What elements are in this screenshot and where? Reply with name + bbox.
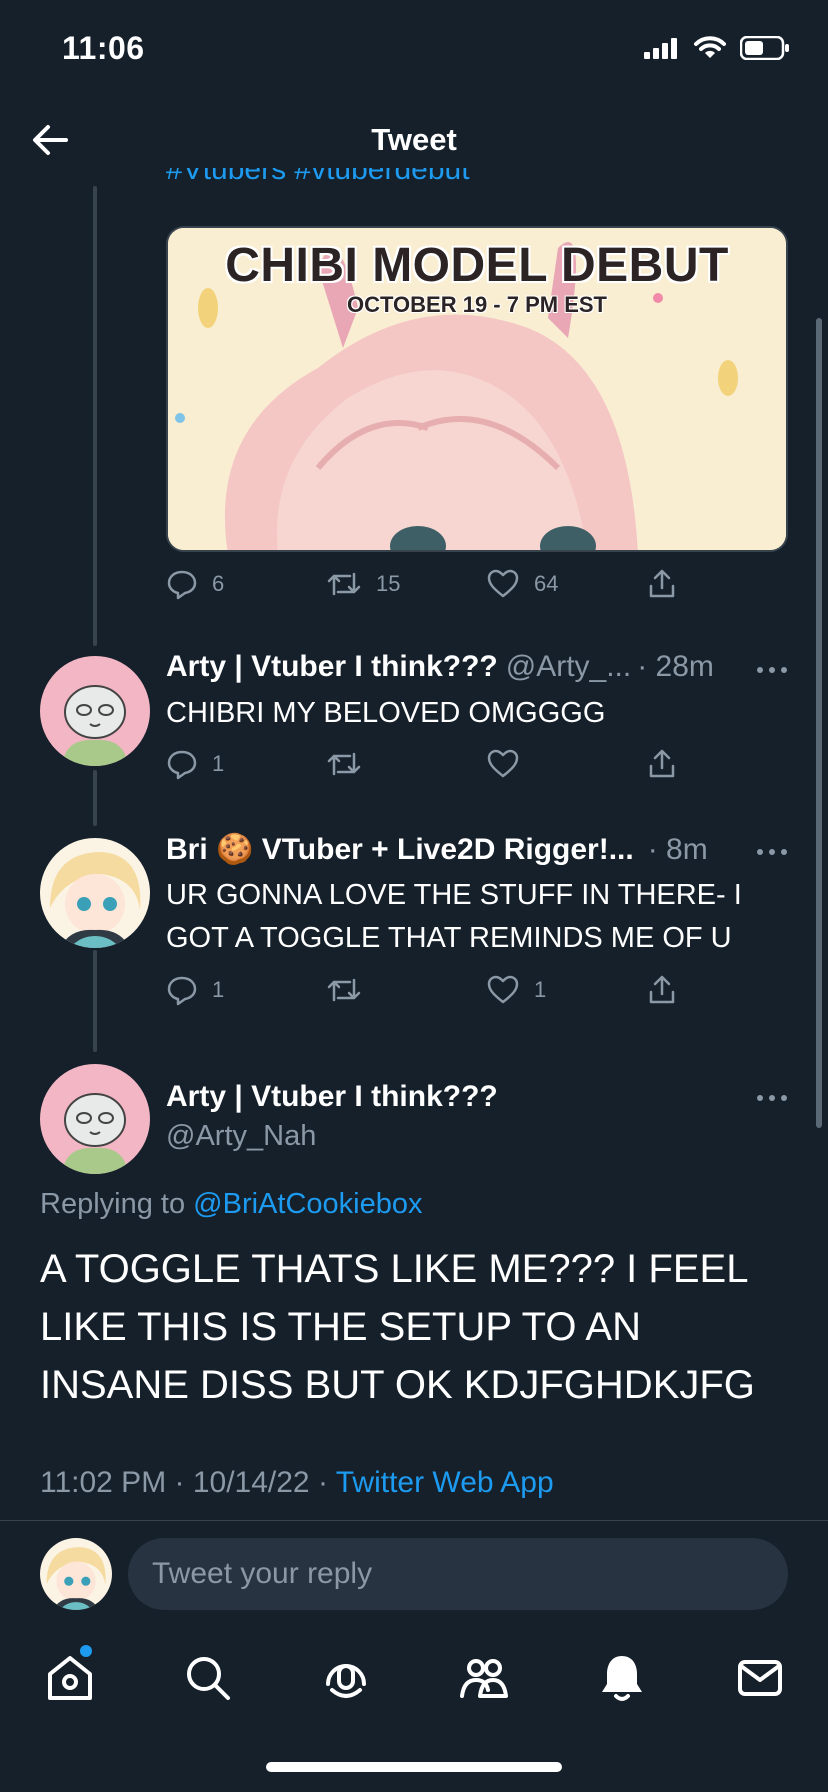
spaces-icon[interactable]: [318, 1650, 374, 1706]
retweet-button[interactable]: [326, 748, 376, 780]
share-button[interactable]: [646, 974, 678, 1006]
home-notification-dot: [80, 1645, 92, 1657]
reply-actions: 1 1: [166, 974, 726, 1014]
like-button[interactable]: [486, 748, 534, 780]
home-indicator[interactable]: [266, 1762, 562, 1772]
reply-time: · 28m: [637, 650, 714, 683]
reply-author-name[interactable]: Arty | Vtuber I think???: [166, 650, 498, 684]
like-count: 1: [534, 977, 547, 1002]
tweet-source-link[interactable]: Twitter Web App: [336, 1466, 554, 1499]
retweet-button[interactable]: [326, 974, 376, 1006]
reply-input[interactable]: [128, 1538, 788, 1610]
share-button[interactable]: [646, 748, 678, 780]
reply-count: 6: [212, 571, 225, 596]
status-bar: 11:06: [0, 0, 828, 96]
reply-count: 1: [212, 977, 225, 1002]
compose-avatar: [40, 1538, 112, 1610]
signal-icon: [644, 38, 677, 59]
reply-header: Arty | Vtuber I think??? @Arty_... · 28m: [166, 650, 766, 686]
retweet-count: 15: [376, 571, 401, 596]
retweet-icon: [327, 752, 361, 776]
communities-icon[interactable]: [456, 1650, 512, 1706]
reply-button[interactable]: 1: [166, 748, 224, 780]
bottom-tab-bar: [0, 1630, 828, 1730]
retweet-icon: [327, 572, 361, 596]
reply-count: 1: [212, 751, 225, 776]
replying-to: Replying to @BriAtCookiebox: [40, 1188, 422, 1221]
tweet-author-name[interactable]: Arty | Vtuber I think???: [166, 1080, 498, 1114]
tweet-timestamp: 11:02 PM · 10/14/22 ·: [40, 1466, 336, 1499]
more-icon[interactable]: [756, 1093, 788, 1103]
status-icons: [644, 36, 790, 60]
tweet-text: A TOGGLE THATS LIKE ME??? I FEEL LIKE TH…: [40, 1247, 755, 1407]
battery-icon: [740, 36, 789, 60]
thread-line: [93, 770, 97, 826]
thread-line: [93, 950, 97, 1052]
thread-line: [93, 186, 97, 646]
share-icon: [649, 975, 675, 1004]
search-icon[interactable]: [180, 1650, 236, 1706]
reply-icon: [167, 570, 197, 600]
divider: [0, 1520, 828, 1521]
reply-button[interactable]: 1: [166, 974, 224, 1006]
messages-icon[interactable]: [732, 1650, 788, 1706]
reply-button[interactable]: 6: [166, 568, 224, 600]
reply-icon: [167, 750, 197, 780]
reply-text: CHIBRI MY BELOVED OMGGGG: [166, 697, 606, 729]
reply-header: Bri 🍪 VTuber + Live2D Rigger!... · 8m: [166, 832, 766, 868]
replying-prefix: Replying to: [40, 1188, 194, 1220]
reply-text: UR GONNA LOVE THE STUFF IN THERE- I GOT …: [166, 879, 742, 954]
reply-author-handle[interactable]: @Arty_...: [506, 650, 631, 684]
home-icon[interactable]: [42, 1650, 98, 1706]
share-icon: [649, 569, 675, 598]
replying-to-link[interactable]: @BriAtCookiebox: [193, 1188, 422, 1220]
avatar[interactable]: [40, 838, 150, 948]
header-title: Tweet: [371, 122, 457, 157]
avatar[interactable]: [40, 656, 150, 766]
like-icon: [487, 749, 519, 778]
wifi-icon: [694, 36, 726, 58]
tweet-actions: 6 15 64: [166, 568, 726, 608]
tweet-meta: 11:02 PM · 10/14/22 · Twitter Web App: [40, 1466, 554, 1500]
like-count: 64: [534, 571, 559, 596]
reply-time: · 8m: [647, 833, 708, 866]
media-title-text: CHIBI MODEL DEBUT: [225, 239, 729, 292]
media-subtitle-text: OCTOBER 19 - 7 PM EST: [347, 292, 607, 317]
reply-actions: 1: [166, 748, 726, 788]
more-icon[interactable]: [756, 847, 788, 857]
avatar[interactable]: [40, 1064, 150, 1174]
retweet-button[interactable]: 15: [326, 568, 400, 600]
share-button[interactable]: [646, 568, 678, 600]
status-time: 11:06: [62, 30, 145, 66]
share-icon: [649, 749, 675, 778]
reply-icon: [167, 976, 197, 1006]
tweet-author-handle[interactable]: @Arty_Nah: [166, 1120, 316, 1153]
tweet-media-image[interactable]: CHIBI MODEL DEBUT OCTOBER 19 - 7 PM EST: [166, 226, 788, 552]
more-icon[interactable]: [756, 665, 788, 675]
retweet-icon: [327, 978, 361, 1002]
like-button[interactable]: 64: [486, 568, 558, 600]
notifications-icon[interactable]: [594, 1650, 650, 1706]
like-icon: [487, 975, 519, 1004]
like-icon: [487, 569, 519, 598]
reply-author-name[interactable]: Bri 🍪 VTuber + Live2D Rigger!...: [166, 832, 634, 867]
scrollbar[interactable]: [816, 318, 822, 1128]
like-button[interactable]: 1: [486, 974, 546, 1006]
tweet-hashtags[interactable]: #Vtubers #vtuberdebut: [166, 168, 470, 200]
